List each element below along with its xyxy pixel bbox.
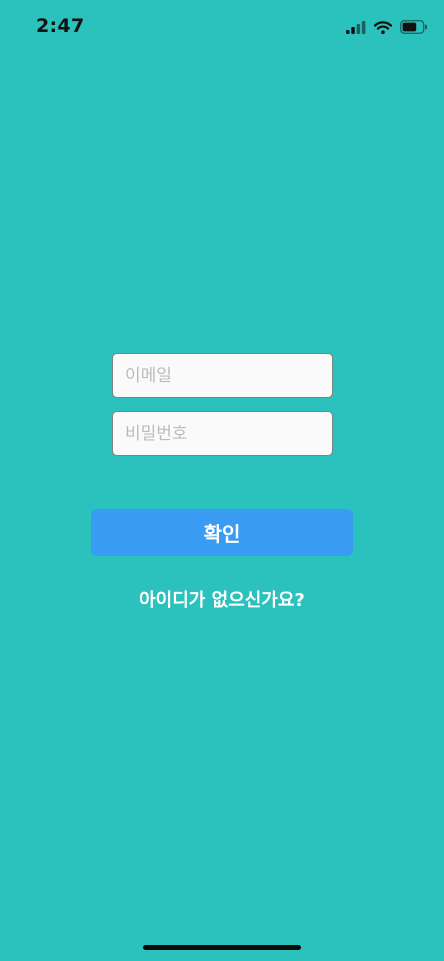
battery-icon (400, 20, 427, 34)
email-field[interactable] (112, 353, 333, 398)
signup-link[interactable]: 아이디가 없으신가요? (0, 586, 444, 612)
confirm-button[interactable]: 확인 (91, 509, 353, 556)
home-indicator (143, 945, 301, 950)
status-icons (346, 17, 428, 37)
status-time: 2:47 (36, 15, 85, 37)
wifi-icon (374, 20, 392, 34)
password-field[interactable] (112, 411, 333, 456)
status-bar: 2:47 (0, 0, 444, 54)
login-form (112, 353, 333, 456)
cellular-signal-icon (346, 20, 366, 34)
